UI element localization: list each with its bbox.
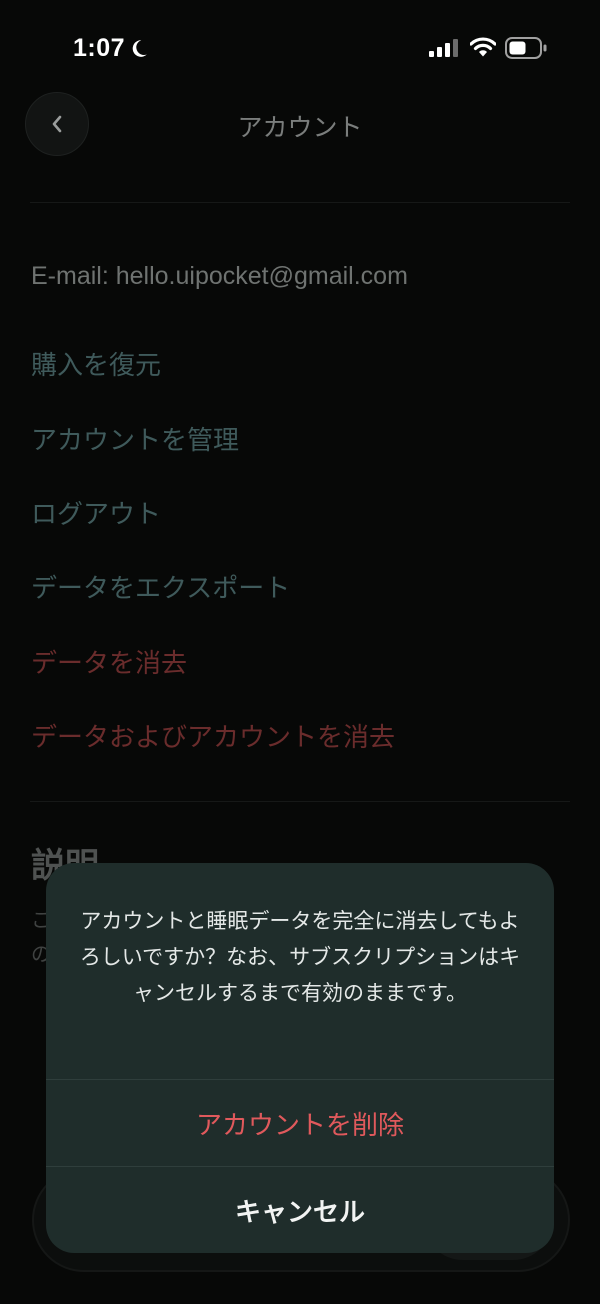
delete-data-link[interactable]: データを消去: [31, 643, 187, 680]
delete-data-and-account-link[interactable]: データおよびアカウントを消去: [31, 717, 395, 754]
cellular-signal-icon: [429, 39, 458, 57]
account-email: E-mail: hello.uipocket@gmail.com: [31, 262, 408, 290]
logout-link[interactable]: ログアウト: [31, 494, 161, 531]
alert-separator: [46, 1166, 554, 1167]
cancel-button[interactable]: キャンセル: [46, 1168, 554, 1252]
restore-purchases-link[interactable]: 購入を復元: [31, 345, 161, 382]
section-divider: [30, 801, 570, 802]
alert-message: アカウントと睡眠データを完全に消去してもよろしいですか？なお、サブスクリプション…: [79, 909, 521, 1005]
page-title: アカウント: [237, 113, 363, 142]
nav-header: アカウント: [0, 92, 600, 158]
delete-account-alert: アカウントと睡眠データを完全に消去してもよろしいですか？なお、サブスクリプション…: [46, 863, 554, 1253]
wifi-icon: [470, 37, 496, 57]
export-data-link[interactable]: データをエクスポート: [31, 568, 290, 605]
header-divider: [30, 202, 570, 203]
moon-icon: [132, 40, 147, 57]
manage-account-link[interactable]: アカウントを管理: [31, 420, 239, 457]
battery-icon: [505, 37, 547, 59]
delete-account-button[interactable]: アカウントを削除: [46, 1081, 554, 1165]
status-time: 1:07: [73, 34, 126, 62]
alert-separator: [46, 1079, 554, 1080]
status-bar: 1:07: [0, 0, 600, 96]
